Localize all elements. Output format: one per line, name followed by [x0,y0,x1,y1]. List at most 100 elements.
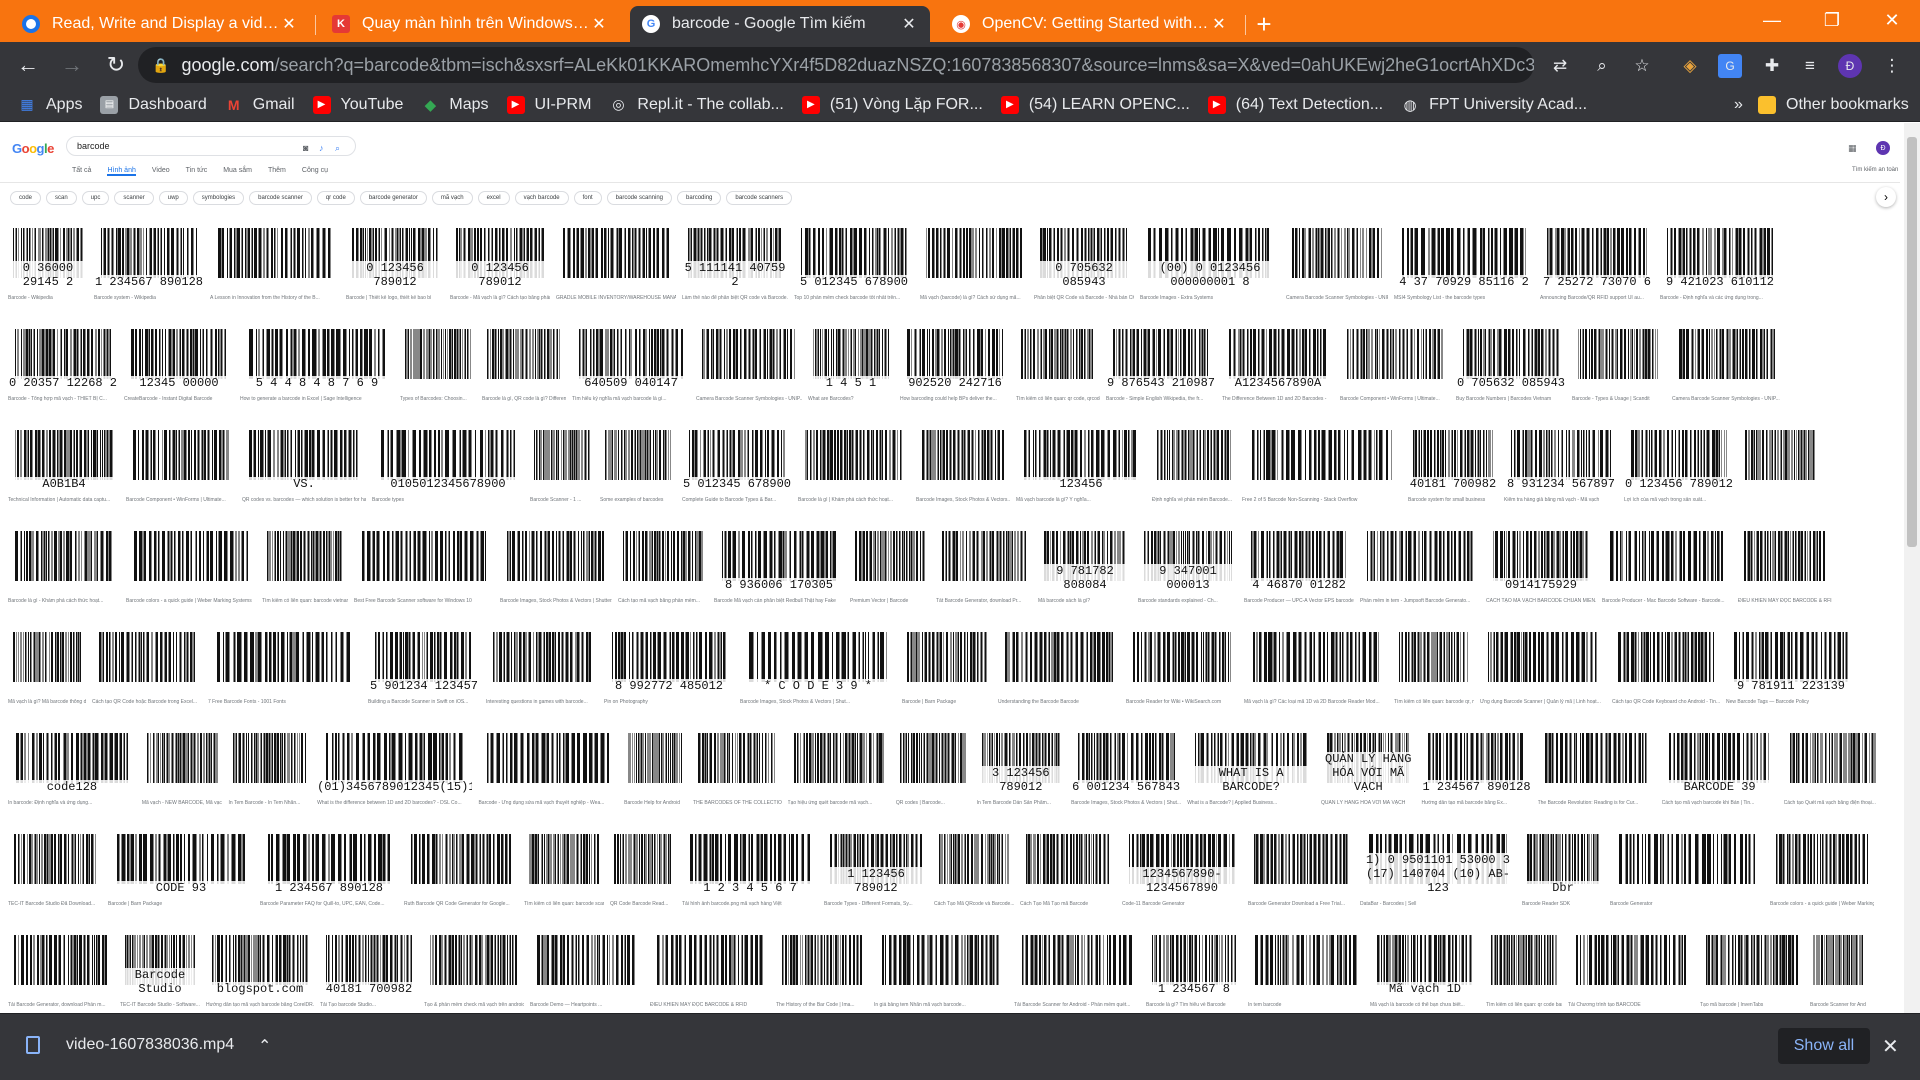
result-thumbnail[interactable] [610,819,676,899]
other-bookmarks[interactable]: Other bookmarks [1758,95,1909,114]
image-result[interactable]: Tạo hiệu ứng quét barcode mã vạch... [787,718,890,818]
close-download-bar-button[interactable]: ✕ [1882,1034,1899,1059]
image-result[interactable]: 4 46870 01282 Barcode Producer — UPC-A Ve… [1244,516,1354,616]
close-tab-icon[interactable]: ✕ [280,14,298,34]
image-result[interactable]: Tìm kiếm có liên quan: qr code barcode, … [1486,920,1562,1013]
result-caption[interactable]: Understanding the Barcode Barcode [998,699,1120,705]
result-thumbnail[interactable] [1810,920,1866,1000]
image-result[interactable]: Cách Tạo Mã QRcode và Barcode... [934,819,1014,919]
result-caption[interactable]: Barcode Producer - Mac Barcode Software … [1602,598,1732,604]
image-result[interactable]: Cách tạo Quét mã vạch bằng điện thoại... [1783,718,1882,818]
result-caption[interactable]: QR codes | Barcode... [896,800,971,806]
profile-avatar[interactable]: Đ [1838,54,1862,78]
result-thumbnail[interactable] [1340,314,1450,394]
result-thumbnail[interactable]: 0 36000 29145 2 [8,213,88,293]
result-thumbnail[interactable] [210,213,340,293]
result-thumbnail[interactable]: 5 4 4 8 4 8 7 6 9 [240,314,394,394]
result-thumbnail[interactable]: (01)3456789012345(15)1712 [317,718,473,798]
result-thumbnail[interactable] [874,920,1008,1000]
close-window-button[interactable]: ✕ [1862,0,1920,40]
result-thumbnail[interactable] [8,617,86,697]
result-caption[interactable]: Kiểm tra hàng giả bằng mã vạch - Mã vạch [1504,497,1618,503]
image-result[interactable]: 5 4 4 8 4 8 7 6 9 How to generate a barco… [240,314,394,414]
result-caption[interactable]: Cách tạo mã vạch barcode khi Bán | Tin..… [1662,800,1778,806]
back-button[interactable]: ← [8,45,48,85]
result-caption[interactable]: Barcode là gì - Khám phá cách thức hoạt.… [8,598,120,604]
result-caption[interactable]: Barcode Images, Stock Photos & Vectors |… [1071,800,1181,806]
result-caption[interactable]: Cách Tạo Mã Tạo mã Barcode [1020,901,1116,907]
result-caption[interactable]: Best Free Barcode Scanner software for W… [354,598,494,604]
related-chip[interactable]: vạch barcode [514,191,569,205]
result-caption[interactable]: Tìm kiếm có liên quan: barcode qr, mã qr… [1394,699,1474,705]
image-result[interactable]: Tải Chương trình tạo BARCODE [1568,920,1694,1013]
image-result[interactable]: Barcode Scanner - 1 ... [530,415,594,515]
image-result[interactable]: Cách Tạo Mã Tạo mã Barcode [1020,819,1116,919]
result-caption[interactable]: Barcode Types - Different Formats, Sy... [824,901,928,907]
bookmark-text-detection[interactable]: ▶ (64) Text Detection... [1207,95,1383,114]
result-thumbnail[interactable] [916,415,1010,495]
image-result[interactable]: * C O D E 3 9 * Barcode Images, Stock Pho… [740,617,896,717]
result-caption[interactable]: Barcode Help for Android [624,800,687,806]
result-thumbnail[interactable]: 1 234567 8 [1146,920,1242,1000]
result-thumbnail[interactable]: 9 781911 223139 [1726,617,1856,697]
result-thumbnail[interactable] [1126,617,1238,697]
result-caption[interactable]: Tìm hiểu ký nghĩa mã vạch barcode là gì.… [572,396,690,402]
result-caption[interactable]: Mã vạch là barcode có thể bạn chưa biết.… [1370,1002,1480,1008]
image-result[interactable]: 0 705632 085943 Buy Barcode Numbers | Bar… [1456,314,1566,414]
result-thumbnail[interactable]: 3 123456 789012 [976,718,1066,798]
image-result[interactable]: Tải Barcode Scanner for Android - Phần m… [1014,920,1140,1013]
result-caption[interactable]: Tạo & phần mềm check mã vạch trên androi… [424,1002,524,1008]
result-thumbnail[interactable] [998,617,1120,697]
result-caption[interactable]: Barcode Component • WinForms | Ultimate.… [126,497,236,503]
result-caption[interactable]: Tạo hiệu ứng quét barcode mã vạch... [788,800,890,806]
result-thumbnail[interactable] [850,516,930,596]
result-thumbnail[interactable] [1244,617,1388,697]
result-caption[interactable]: Barcode Parameter FAQ for Quill-to, UPC,… [260,901,398,907]
result-caption[interactable]: Free 2 of 5 Barcode Non-Scanning - Stack… [1242,497,1402,503]
image-result[interactable]: Mã vạch 1D Mã vạch là barcode có thể bạn … [1370,920,1480,1013]
tab-read-write-video[interactable]: Read, Write and Display a video u ✕ [10,6,316,42]
result-caption[interactable]: Phân biệt QR Code và Barcode - Nhà bán C… [1034,295,1134,301]
result-thumbnail[interactable]: 0 705632 085943 [1034,213,1134,293]
image-result[interactable]: Camera Barcode Scanner Symbologies - UNI… [1286,213,1388,313]
extensions-puzzle-icon[interactable]: ✚ [1760,54,1784,78]
image-result[interactable]: 7 25272 73070 6 Announcing Barcode/QR RFI… [1540,213,1654,313]
image-result[interactable]: 7 Free Barcode Fonts - 1001 Fonts [208,617,362,717]
result-thumbnail[interactable] [624,718,688,798]
result-caption[interactable]: Barcode Generator Download a Free Trial.… [1248,901,1354,907]
result-thumbnail[interactable] [1612,617,1720,697]
result-caption[interactable]: Interesting questions in games with barc… [486,699,598,705]
related-chip[interactable]: upc [81,191,110,205]
image-result[interactable]: Ruth Barcode QR Code Generator for Googl… [404,819,518,919]
tab-opencv[interactable]: ◉ OpenCV: Getting Started with Vi ✕ [940,6,1246,42]
close-tab-icon[interactable]: ✕ [590,14,608,34]
result-thumbnail[interactable]: 0914175929 [1486,516,1596,596]
result-thumbnail[interactable] [895,718,971,798]
result-caption[interactable]: 7 Free Barcode Fonts - 1001 Fonts [208,699,362,705]
result-caption[interactable]: Cách tạo QR Code hoặc Barcode trong Exce… [92,699,202,705]
image-result[interactable]: 5 012345 678900 Top 10 phần mềm check bar… [794,213,914,313]
result-thumbnail[interactable] [141,718,223,798]
image-result[interactable]: 9 421023 610112 Barcode - Định nghĩa và c… [1660,213,1780,313]
result-caption[interactable]: Barcode Generator [1610,901,1764,907]
nav-all[interactable]: Tất cả [72,167,91,176]
result-caption[interactable]: Premium Vector | Barcode [850,598,930,604]
image-result[interactable]: Camera Barcode Scanner Symbologies - UNI… [1672,314,1782,414]
result-thumbnail[interactable] [934,819,1014,899]
bookmark-fpt[interactable]: ◍ FPT University Acad... [1401,96,1588,114]
result-thumbnail[interactable]: * C O D E 3 9 * [740,617,896,697]
result-thumbnail[interactable]: 5 111141 40759 2 [682,213,788,293]
image-result[interactable] [1740,415,1820,515]
result-thumbnail[interactable] [798,415,910,495]
google-logo[interactable]: Google [12,141,54,156]
result-thumbnail[interactable] [1572,314,1666,394]
result-thumbnail[interactable] [1152,415,1236,495]
image-result[interactable]: Mã vạch là gì? Các loại mã 1D và 2D Barc… [1244,617,1388,717]
result-thumbnail[interactable] [228,718,312,798]
image-result[interactable]: Tất Barcode Generator, download Pr... [936,516,1032,616]
image-result[interactable]: Barcode Component • WinForms | Ultimate.… [126,415,236,515]
result-caption[interactable]: What are Barcodes? [808,396,894,402]
result-thumbnail[interactable]: 1 2 3 4 5 6 7 [682,819,818,899]
image-result[interactable]: 1 123456 789012 Barcode Types - Different… [824,819,928,919]
result-caption[interactable]: Tìm kiếm có liên quan: qr code, qrcode, … [1016,396,1100,402]
